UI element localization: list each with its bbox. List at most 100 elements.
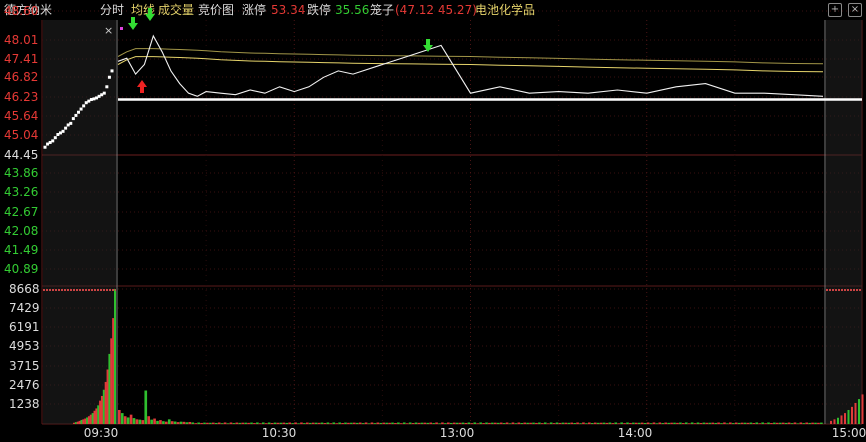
volume-bar (73, 422, 75, 424)
price-axis-label: 46.23 (4, 90, 38, 104)
volume-bar (382, 422, 386, 424)
volume-bar (267, 422, 271, 424)
volume-bar (285, 422, 289, 424)
volume-bar (435, 422, 438, 424)
volume-bar (159, 420, 162, 424)
auction-price-point (84, 101, 88, 105)
volume-bar (808, 422, 811, 424)
volume-bar (444, 423, 447, 424)
volume-bar (526, 422, 529, 424)
volume-bar (226, 423, 230, 424)
volume-bar (541, 423, 544, 424)
volume-bar (593, 422, 597, 424)
volume-bar (206, 422, 209, 424)
volume-axis-label: 1238 (9, 397, 40, 411)
volume-bar (614, 422, 618, 424)
volume-bar (397, 422, 400, 424)
volume-bar (776, 422, 779, 424)
volume-bar (461, 422, 465, 424)
volume-bar (93, 410, 96, 424)
volume-bar (317, 422, 321, 424)
auction-price-point (48, 140, 52, 144)
volume-axis-label: 6191 (9, 320, 40, 334)
volume-bar (97, 405, 100, 424)
volume-bar (106, 369, 109, 424)
volume-bar (104, 381, 107, 424)
volume-bar (532, 422, 535, 424)
volume-bar (89, 414, 92, 424)
price-axis-label: 40.89 (4, 262, 38, 276)
volume-bar (408, 422, 412, 424)
volume-bar (699, 422, 703, 424)
volume-bar (781, 422, 785, 424)
volume-bar (229, 422, 233, 424)
volume-bar (611, 423, 615, 424)
volume-bar (288, 422, 292, 424)
auction-price-point (110, 69, 114, 73)
volume-bar (847, 409, 850, 424)
volume-bar (778, 422, 782, 424)
volume-bar (538, 422, 541, 424)
volume-bar (238, 422, 242, 424)
volume-bar (552, 423, 556, 424)
volume-bar (100, 395, 103, 424)
volume-bar (790, 423, 794, 424)
volume-bar (214, 422, 218, 424)
auction-price-point (53, 136, 57, 140)
volume-bar (723, 422, 726, 424)
volume-bar (138, 419, 142, 424)
volume-bar (223, 422, 227, 424)
volume-bar (376, 422, 380, 424)
time-axis-label: 14:00 (618, 426, 653, 440)
volume-bar (758, 423, 762, 424)
volume-bar (731, 423, 735, 424)
auction-price-point (105, 85, 109, 89)
volume-bar (367, 423, 371, 424)
volume-axis-label: 8668 (9, 282, 40, 296)
auction-price-point (74, 113, 78, 117)
volume-bar (784, 422, 788, 424)
volume-bar (126, 417, 130, 424)
volume-bar (737, 422, 741, 424)
grid-lines (41, 10, 863, 425)
volume-bar (787, 422, 791, 424)
price-axis-label: 43.86 (4, 166, 38, 180)
volume-bar (590, 423, 594, 424)
volume-bar (773, 422, 776, 424)
price-axis-label: 42.67 (4, 205, 38, 219)
volume-bar (499, 422, 503, 424)
volume-bar (635, 422, 638, 424)
volume-bar (95, 408, 98, 424)
volume-bar (561, 422, 565, 424)
volume-bar (535, 422, 538, 424)
volume-bar (232, 423, 236, 424)
volume-bar (664, 422, 668, 424)
volume-axis-label: 4953 (9, 339, 40, 353)
volume-bar (658, 422, 662, 424)
volume-bar (87, 416, 90, 424)
close-pre-market-icon: × (104, 24, 113, 37)
volume-bar (297, 423, 300, 424)
volume-bar (235, 422, 239, 424)
volume-bar (755, 422, 759, 424)
volume-bar (338, 422, 341, 424)
volume-bar (599, 422, 603, 424)
volume-bar (420, 422, 424, 424)
volume-bar (833, 419, 836, 424)
price-axis-label: 46.82 (4, 70, 38, 84)
volume-bar (646, 422, 650, 424)
volume-bar (197, 422, 200, 424)
volume-bar (608, 422, 612, 424)
volume-axis-label: 3715 (9, 359, 40, 373)
volume-bar (84, 418, 87, 424)
volume-bar (485, 422, 488, 424)
volume-bar (564, 422, 568, 424)
volume-bar (558, 422, 562, 424)
volume-bar (623, 423, 626, 424)
volume-bar (640, 422, 644, 424)
auction-price-point (107, 75, 111, 79)
auction-price-point (89, 98, 93, 102)
volume-bar (144, 390, 148, 424)
volume-bar (132, 418, 136, 424)
volume-bar (303, 423, 306, 424)
